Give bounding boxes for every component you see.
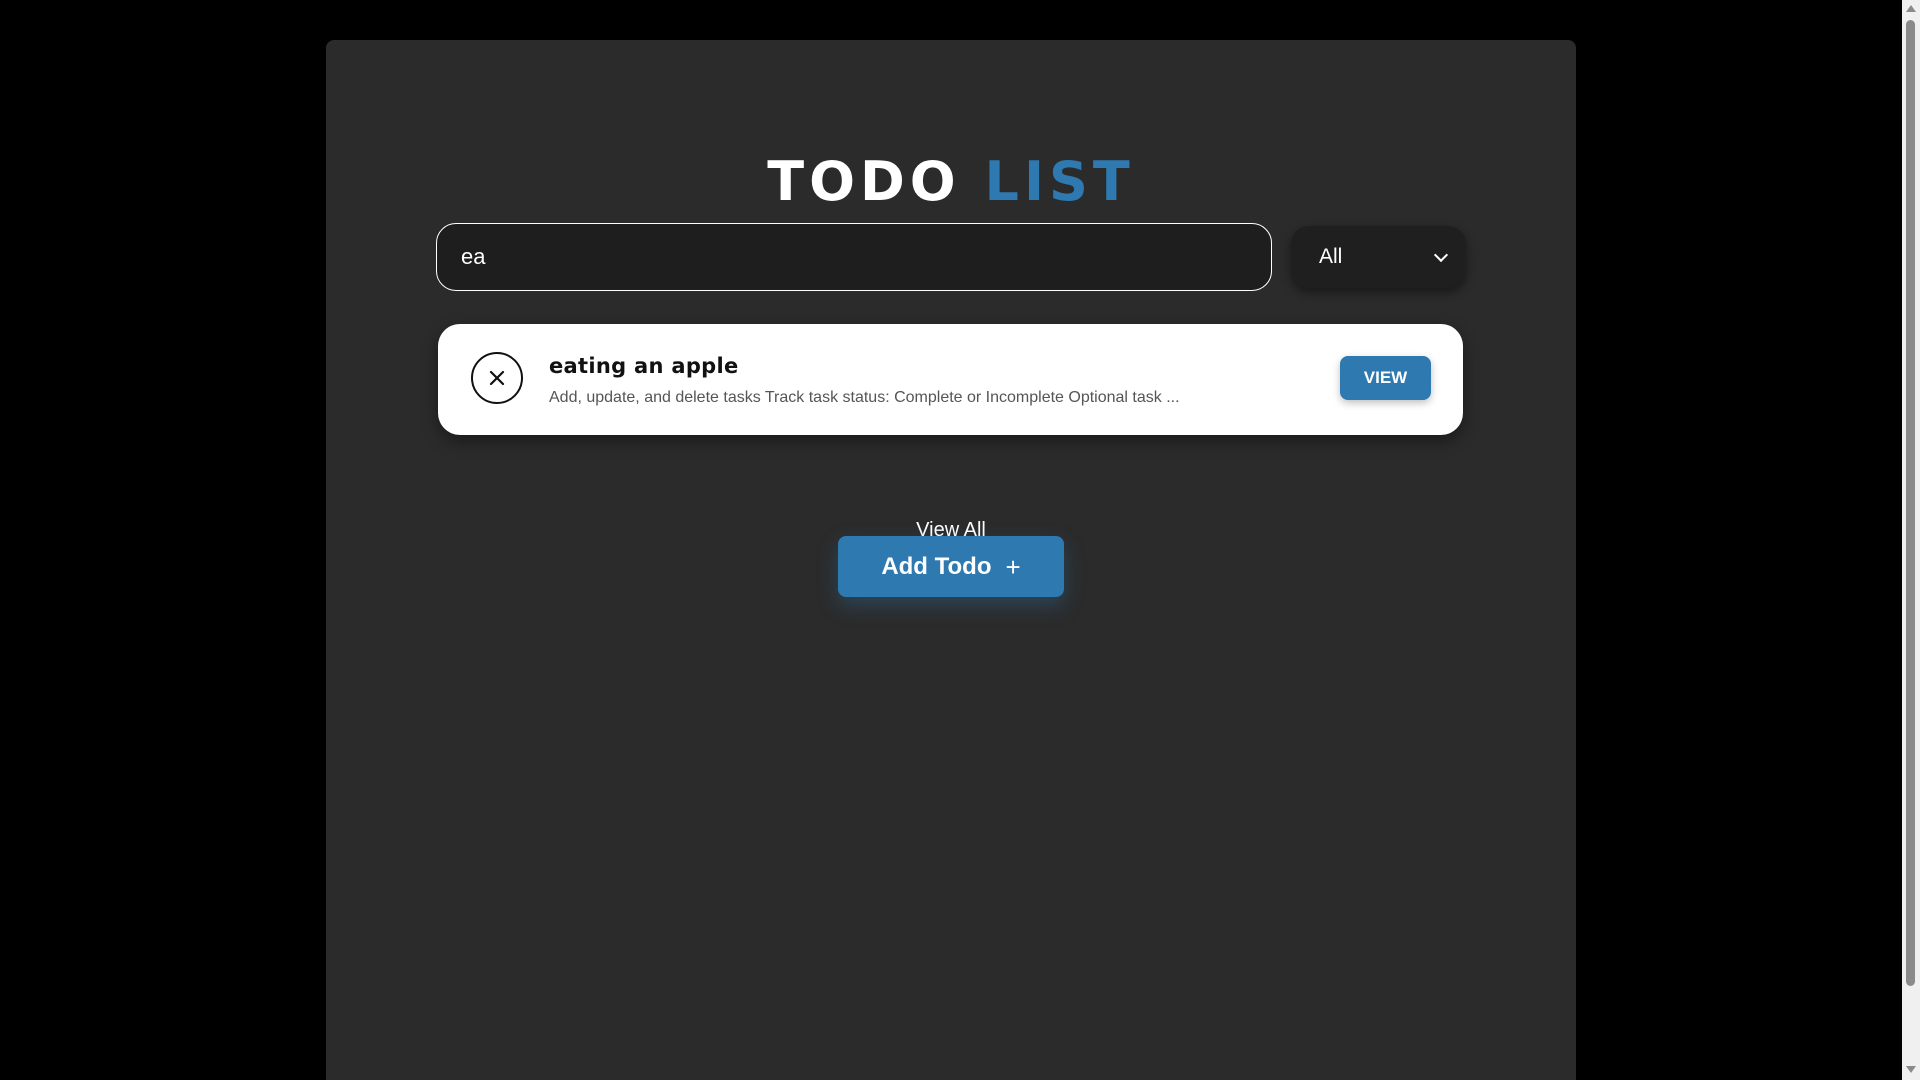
todo-description: Add, update, and delete tasks Track task… bbox=[549, 389, 1180, 406]
scrollbar-thumb[interactable] bbox=[1906, 20, 1915, 986]
plus-icon: + bbox=[1005, 551, 1021, 582]
title-word-todo: TODO bbox=[767, 150, 961, 213]
filter-selected-label: All bbox=[1319, 245, 1343, 268]
view-todo-button[interactable]: VIEW bbox=[1340, 356, 1431, 400]
todo-app-panel: TODO LIST All eating an apple Add, updat… bbox=[326, 40, 1576, 1080]
close-icon bbox=[489, 370, 505, 386]
chevron-down-icon bbox=[1433, 247, 1449, 262]
todo-title: eating an apple bbox=[549, 354, 739, 378]
todo-status-toggle[interactable] bbox=[471, 352, 523, 404]
scroll-up-arrow-icon[interactable] bbox=[1906, 5, 1916, 12]
scroll-down-arrow-icon[interactable] bbox=[1906, 1066, 1916, 1073]
search-input[interactable] bbox=[436, 223, 1272, 291]
vertical-scrollbar[interactable] bbox=[1902, 0, 1920, 1080]
title-word-list: LIST bbox=[984, 150, 1135, 213]
add-todo-label: Add Todo bbox=[881, 552, 992, 580]
add-todo-button[interactable]: Add Todo + bbox=[838, 536, 1064, 597]
status-filter-select[interactable]: All bbox=[1291, 226, 1466, 288]
page-title: TODO LIST bbox=[326, 147, 1576, 217]
todo-item: eating an apple Add, update, and delete … bbox=[438, 324, 1463, 435]
